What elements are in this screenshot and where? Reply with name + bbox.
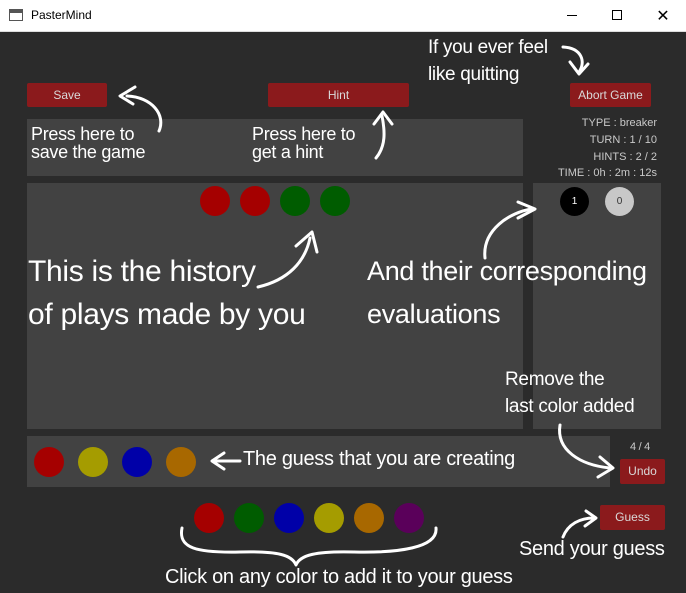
palette-brace-icon bbox=[179, 526, 438, 567]
arrow-evaluation-icon bbox=[483, 207, 534, 260]
arrow-history-icon bbox=[256, 236, 312, 289]
arrow-send-icon bbox=[561, 516, 596, 539]
arrow-abort-icon bbox=[561, 45, 584, 74]
arrow-undo-icon bbox=[558, 423, 612, 470]
annotation-arrows bbox=[118, 45, 615, 567]
arrow-save-icon bbox=[125, 94, 163, 133]
arrow-hint-icon bbox=[374, 114, 386, 160]
